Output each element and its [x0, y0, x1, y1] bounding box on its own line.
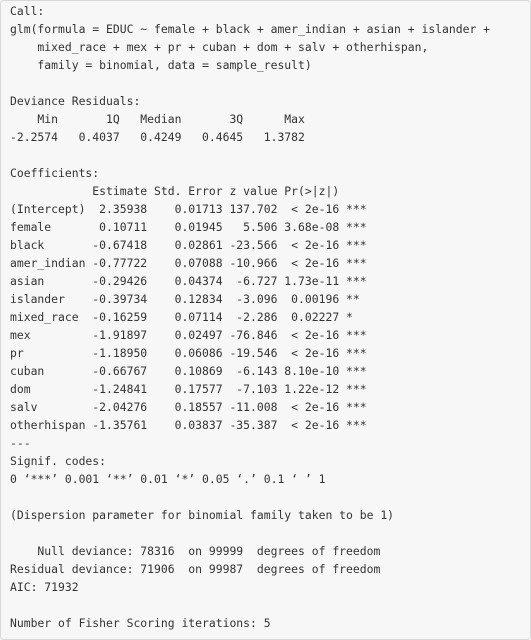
fisher-scoring-iterations: Number of Fisher Scoring iterations: 5 — [10, 616, 271, 630]
signif-codes-legend: 0 ‘***’ 0.001 ‘**’ 0.01 ‘*’ 0.05 ‘.’ 0.1… — [10, 472, 326, 486]
coefficient-row: islander -0.39734 0.12834 -3.096 0.00196… — [10, 292, 367, 306]
coefficient-row: asian -0.29426 0.04374 -6.727 1.73e-11 *… — [10, 274, 367, 288]
coefficient-row: dom -1.24841 0.17577 -7.103 1.22e-12 *** — [10, 382, 367, 396]
coefficient-row: otherhispan -1.35761 0.03837 -35.387 < 2… — [10, 418, 367, 432]
coefficient-row: amer_indian -0.77722 0.07088 -10.966 < 2… — [10, 256, 367, 270]
signif-codes-label: Signif. codes: — [10, 454, 120, 468]
coefficient-row: pr -1.18950 0.06086 -19.546 < 2e-16 *** — [10, 346, 367, 360]
coefficient-row: salv -2.04276 0.18557 -11.008 < 2e-16 **… — [10, 400, 367, 414]
coefficient-row: cuban -0.66767 0.10869 -6.143 8.10e-10 *… — [10, 364, 367, 378]
separator-line: --- — [10, 436, 31, 450]
deviance-residuals-label: Deviance Residuals: — [10, 94, 148, 108]
call-label: Call: — [10, 4, 45, 18]
coefficient-row: black -0.67418 0.02861 -23.566 < 2e-16 *… — [10, 238, 367, 252]
null-deviance: Null deviance: 78316 on 99999 degrees of… — [10, 544, 381, 558]
call-formula-line-2: mixed_race + mex + pr + cuban + dom + sa… — [10, 40, 429, 54]
coefficient-row: female 0.10711 0.01945 5.506 3.68e-08 **… — [10, 220, 367, 234]
dispersion-note: (Dispersion parameter for binomial famil… — [10, 508, 395, 522]
residuals-values: -2.2574 0.4037 0.4249 0.4645 1.3782 — [10, 130, 319, 144]
call-formula-line-1: glm(formula = EDUC ~ female + black + am… — [10, 22, 491, 36]
coefficients-label: Coefficients: — [10, 166, 100, 180]
residuals-header: Min 1Q Median 3Q Max — [10, 112, 319, 126]
call-formula-line-3: family = binomial, data = sample_result) — [10, 58, 312, 72]
residual-deviance: Residual deviance: 71906 on 99987 degree… — [10, 562, 381, 576]
coefficients-header: Estimate Std. Error z value Pr(>|z|) — [10, 184, 367, 198]
coefficient-row: mixed_race -0.16259 0.07114 -2.286 0.022… — [10, 310, 367, 324]
coefficient-row: (Intercept) 2.35938 0.01713 137.702 < 2e… — [10, 202, 367, 216]
aic-value: AIC: 71932 — [10, 580, 79, 594]
coefficient-row: mex -1.91897 0.02497 -76.846 < 2e-16 *** — [10, 328, 367, 342]
r-console-output: Call: glm(formula = EDUC ~ female + blac… — [0, 0, 531, 640]
